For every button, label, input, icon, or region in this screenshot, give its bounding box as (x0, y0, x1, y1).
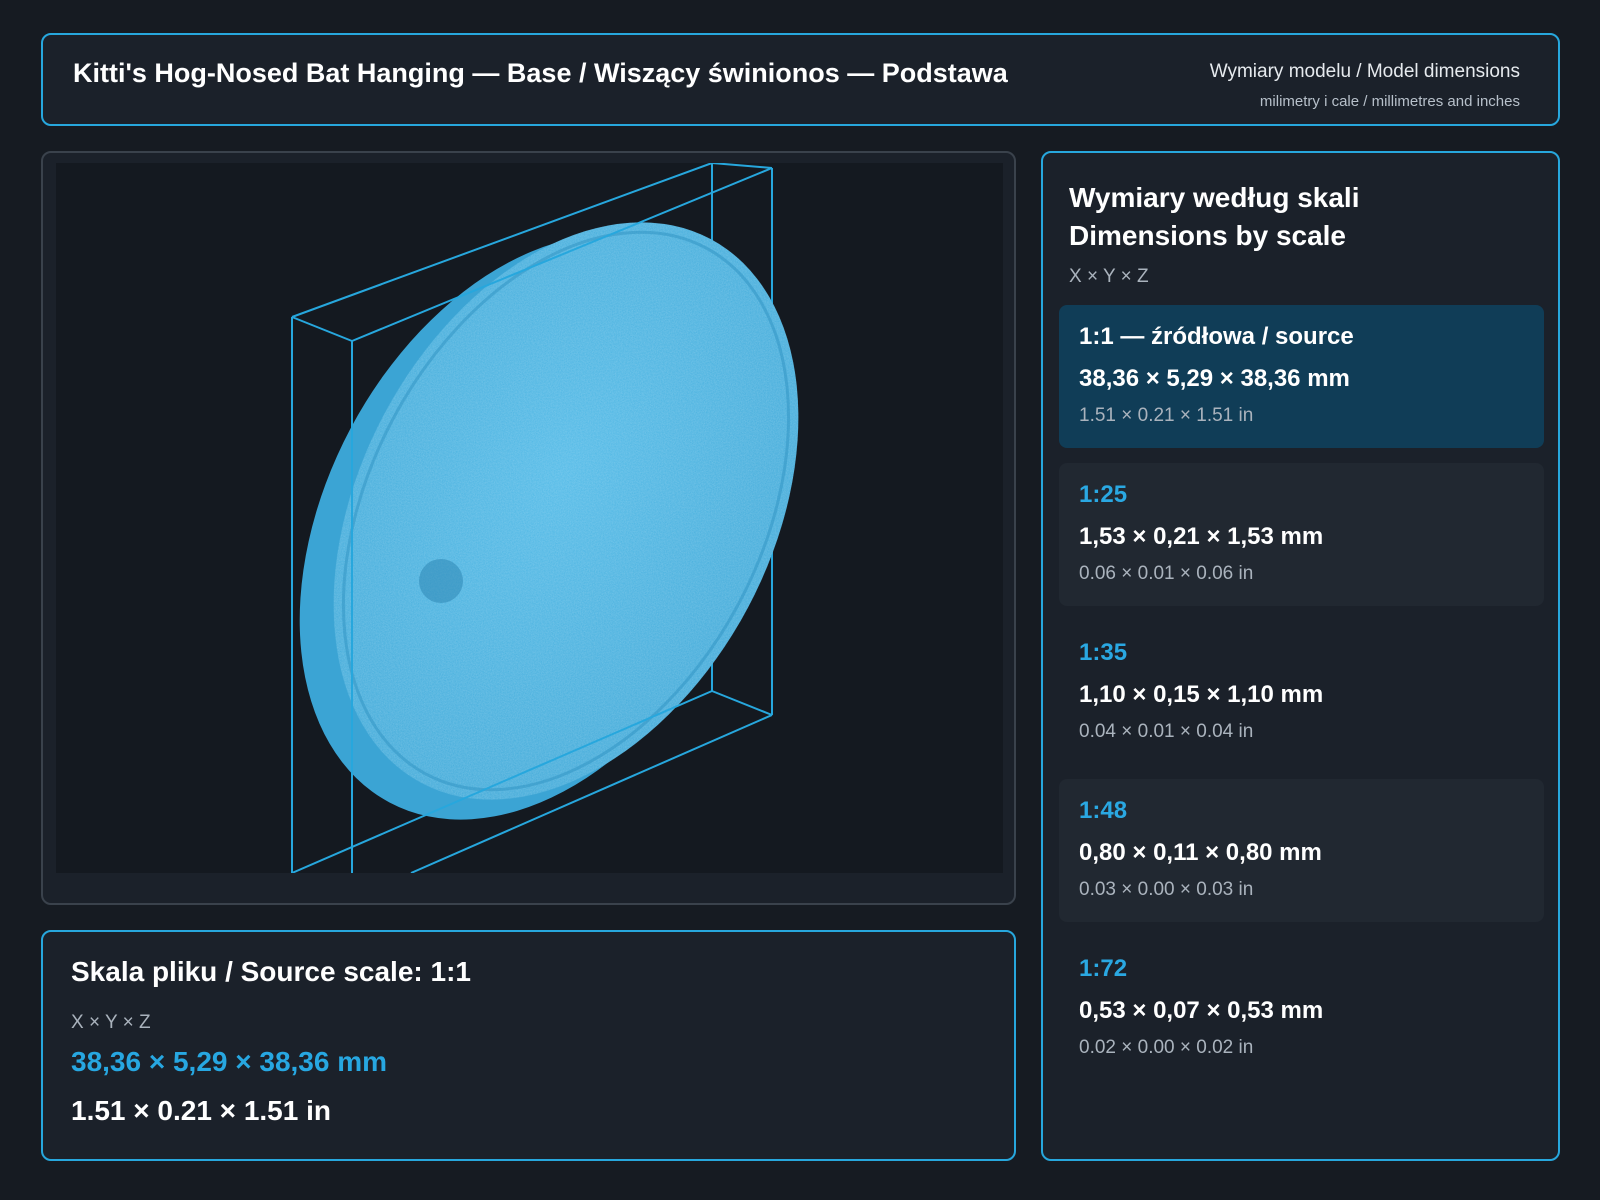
scale-dimensions-mm: 1,10 × 0,15 × 1,10 mm (1079, 681, 1324, 708)
base-disc (299, 222, 799, 820)
model-viewport[interactable] (56, 163, 1003, 873)
scale-row-1-35[interactable]: 1:35 1,10 × 0,15 × 1,10 mm 0.04 × 0.01 ×… (1059, 621, 1544, 764)
scale-dimensions-mm: 0,53 × 0,07 × 0,53 mm (1079, 997, 1324, 1024)
scale-dimensions-mm: 0,80 × 0,11 × 0,80 mm (1079, 839, 1322, 866)
scales-title-polish: Wymiary według skali (1069, 182, 1360, 213)
scale-label: 1:72 (1079, 955, 1128, 982)
scale-label: 1:25 (1079, 481, 1128, 508)
source-scale-title: Skala pliku / Source scale: 1:1 (71, 956, 471, 987)
scales-panel-title: Wymiary według skali Dimensions by scale (1069, 179, 1529, 255)
scale-dimensions-inches: 0.04 × 0.01 × 0.04 in (1079, 721, 1254, 742)
source-dimensions-mm: 38,36 × 5,29 × 38,36 mm (71, 1046, 388, 1077)
scale-row-1-1[interactable]: 1:1 — źródłowa / source 38,36 × 5,29 × 3… (1059, 305, 1544, 448)
scales-title-english: Dimensions by scale (1069, 220, 1347, 251)
scale-dimensions-inches: 0.03 × 0.00 × 0.03 in (1079, 879, 1254, 900)
scale-label: 1:35 (1079, 639, 1128, 666)
scale-row-1-48[interactable]: 1:48 0,80 × 0,11 × 0,80 mm 0.03 × 0.00 ×… (1059, 779, 1544, 922)
dimensions-heading: Wymiary modelu / Model dimensions (1209, 61, 1520, 82)
source-dimensions-inches: 1.51 × 0.21 × 1.51 in (71, 1095, 331, 1126)
scales-panel: Wymiary według skali Dimensions by scale… (1041, 151, 1560, 1161)
scale-dimensions-mm: 1,53 × 0,21 × 1,53 mm (1079, 523, 1324, 550)
scale-dimensions-inches: 0.02 × 0.00 × 0.02 in (1079, 1037, 1254, 1058)
scale-list: 1:1 — źródłowa / source 38,36 × 5,29 × 3… (1059, 305, 1544, 1095)
scale-label: 1:48 (1079, 797, 1128, 824)
scale-dimensions-inches: 1.51 × 0.21 × 1.51 in (1079, 405, 1254, 426)
scale-row-1-72[interactable]: 1:72 0,53 × 0,07 × 0,53 mm 0.02 × 0.00 ×… (1059, 937, 1544, 1080)
source-scale-panel: Skala pliku / Source scale: 1:1 X × Y × … (41, 930, 1016, 1161)
model-viewer (41, 151, 1016, 905)
model-title: Kitti's Hog-Nosed Bat Hanging — Base / W… (73, 58, 1008, 88)
scale-row-1-25[interactable]: 1:25 1,53 × 0,21 × 1,53 mm 0.06 × 0.01 ×… (1059, 463, 1544, 606)
dimensions-units-note: milimetry i cale / millimetres and inche… (1259, 93, 1520, 110)
scale-label: 1:1 — źródłowa / source (1079, 323, 1354, 350)
header-panel: Kitti's Hog-Nosed Bat Hanging — Base / W… (41, 33, 1560, 126)
model-render (291, 163, 799, 873)
scales-axes-label: X × Y × Z (1069, 266, 1149, 287)
scale-dimensions-mm: 38,36 × 5,29 × 38,36 mm (1079, 365, 1350, 392)
source-axes-label: X × Y × Z (71, 1012, 151, 1033)
scale-dimensions-inches: 0.06 × 0.01 × 0.06 in (1079, 563, 1254, 584)
